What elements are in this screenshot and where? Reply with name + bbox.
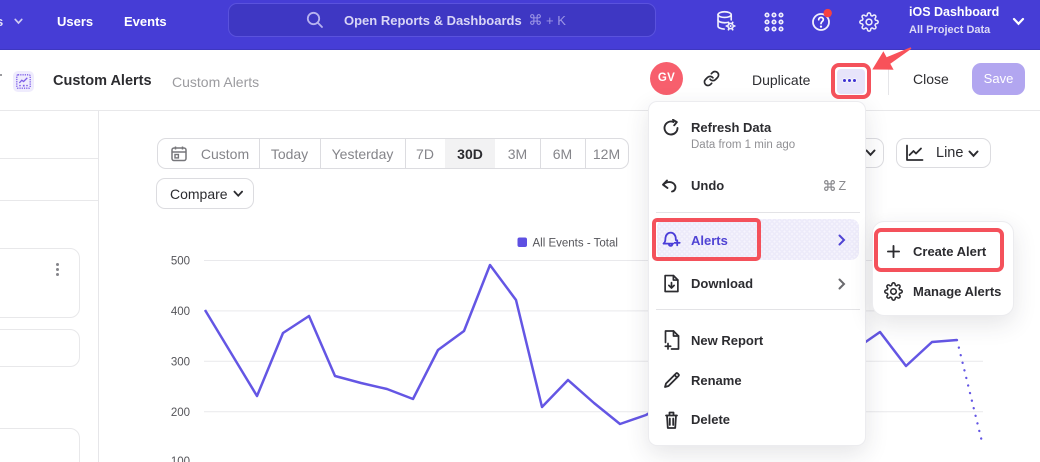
svg-text:All Events - Total: All Events - Total bbox=[533, 237, 618, 249]
svg-text:200: 200 bbox=[171, 407, 190, 419]
svg-text:500: 500 bbox=[171, 256, 190, 268]
svg-text:300: 300 bbox=[171, 357, 190, 369]
svg-text:100: 100 bbox=[171, 456, 190, 462]
svg-text:400: 400 bbox=[171, 306, 190, 318]
